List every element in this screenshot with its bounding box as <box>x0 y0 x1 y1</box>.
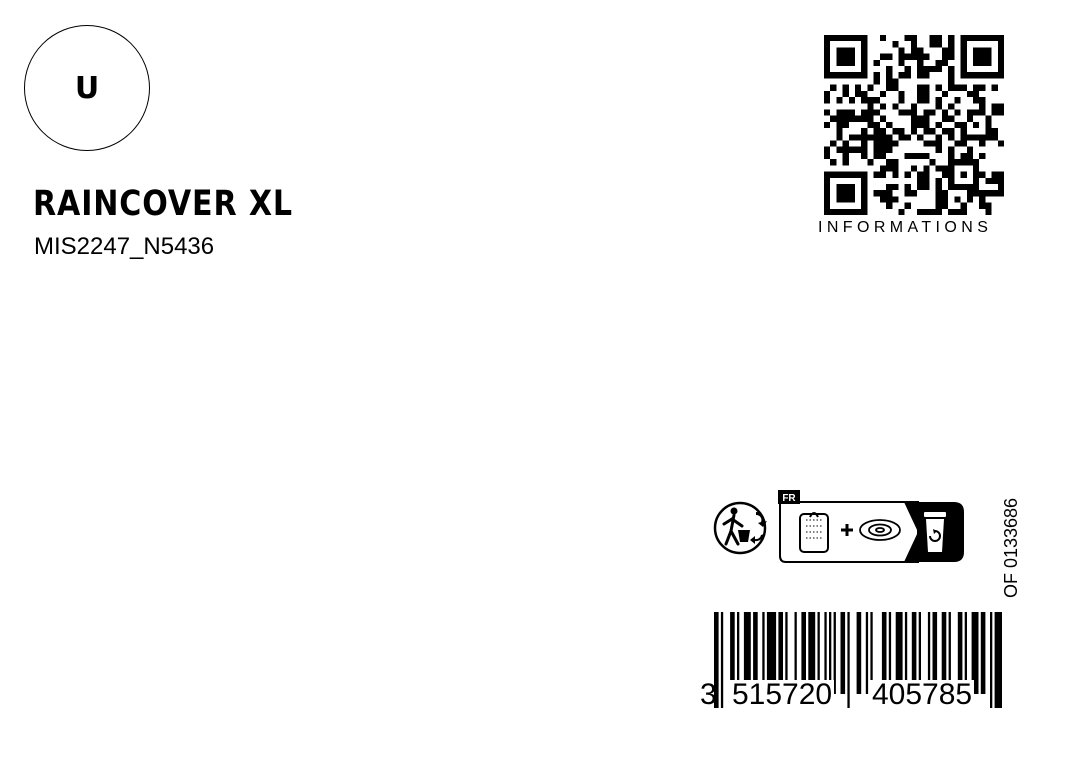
lot-code: OF 0133686 <box>1001 497 1021 598</box>
film-icon <box>859 519 901 541</box>
size-badge: U <box>24 25 150 151</box>
product-name: RAINCOVER XL <box>33 184 293 224</box>
barcode-right-group: 405785 <box>870 678 975 711</box>
barcode-first-digit: 3 <box>700 678 717 711</box>
ean-barcode: 3 515720 405785 <box>700 612 1002 711</box>
qr-code <box>824 35 1004 215</box>
size-letter: U <box>74 70 100 106</box>
product-code: MIS2247_N5436 <box>34 233 215 260</box>
triman-icon <box>713 501 767 555</box>
recycling-info-logo: FR <box>713 490 964 563</box>
barcode-left-group: 515720 <box>730 678 835 711</box>
qr-caption: INFORMATIONS <box>818 219 993 236</box>
